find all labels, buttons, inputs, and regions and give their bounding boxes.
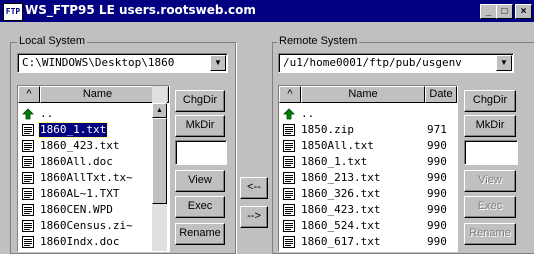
local-exec-button[interactable]: Exec [175, 196, 225, 218]
file-icon [22, 188, 34, 200]
file-icon [22, 220, 34, 232]
file-name: 1860_213.txt [301, 171, 381, 184]
title-bar[interactable]: FTP WS_FTP95 LE users.rootsweb.com _ □ × [0, 0, 534, 22]
file-name: 1850All.txt [301, 139, 374, 152]
remote-exec-button[interactable]: Exec [464, 196, 516, 218]
file-icon [283, 124, 295, 136]
window-title: WS_FTP95 LE users.rootsweb.com [25, 3, 256, 17]
local-name-header[interactable]: Name [40, 86, 155, 103]
file-icon [283, 188, 295, 200]
file-date: 990 [427, 139, 447, 152]
file-icon [22, 204, 34, 216]
file-date: 990 [427, 203, 447, 216]
file-icon [22, 236, 34, 248]
remote-view-button[interactable]: View [464, 170, 516, 192]
local-scrollbar[interactable]: ▲ [152, 86, 167, 251]
list-item[interactable]: 1860Indx.doc [18, 234, 169, 250]
file-icon [283, 172, 295, 184]
list-item[interactable]: 1850.zip 971 [279, 122, 457, 138]
file-icon [22, 156, 34, 168]
list-item[interactable]: .. [18, 106, 169, 122]
file-icon [22, 140, 34, 152]
local-filter-input[interactable] [175, 140, 227, 165]
local-system-label: Local System [17, 35, 88, 47]
remote-file-list[interactable]: ^ Name Date .. 1850.zip 971 1850All.txt 990 1… [278, 85, 458, 252]
list-item[interactable]: 1850All.txt 990 [279, 138, 457, 154]
file-name: 1850.zip [301, 123, 354, 136]
list-item[interactable]: 1860_423.txt 990 [279, 202, 457, 218]
file-date: 990 [427, 187, 447, 200]
file-icon [283, 156, 295, 168]
remote-date-header[interactable]: Date [425, 86, 457, 103]
remote-filter-input[interactable] [464, 140, 518, 165]
file-date: 990 [427, 219, 447, 232]
file-name: 1860AL~1.TXT [40, 187, 120, 200]
close-button[interactable]: × [515, 4, 532, 19]
remote-name-header[interactable]: Name [301, 86, 425, 103]
file-name: 1860AllTxt.tx~ [40, 171, 133, 184]
list-item[interactable]: 1860AllTxt.tx~ [18, 170, 169, 186]
local-path-value: C:\WINDOWS\Desktop\1860 [22, 56, 175, 69]
file-icon [283, 236, 295, 248]
local-file-list[interactable]: ^ Name e ..1860_1.txt1860_423.txt1860All… [17, 85, 170, 252]
remote-system-label: Remote System [277, 35, 360, 47]
ftp-window: FTP WS_FTP95 LE users.rootsweb.com _ □ ×… [0, 0, 534, 254]
minimize-button[interactable]: _ [480, 4, 497, 19]
chevron-down-icon[interactable]: ▼ [496, 55, 512, 71]
list-item[interactable]: 1860_617.txt 990 [279, 234, 457, 250]
list-item[interactable]: .. [279, 106, 457, 122]
local-path-combo[interactable]: C:\WINDOWS\Desktop\1860 ▼ [17, 53, 228, 73]
scroll-up-icon[interactable]: ▲ [152, 103, 167, 118]
list-item[interactable]: 1860_213.txt 990 [279, 170, 457, 186]
file-icon [283, 204, 295, 216]
download-button[interactable]: <-- [240, 177, 268, 199]
file-name: 1860CEN.WPD [40, 203, 113, 216]
remote-sort-header[interactable]: ^ [279, 86, 301, 103]
file-name: 1860_423.txt [301, 203, 381, 216]
local-mkdir-button[interactable]: MkDir [175, 115, 225, 137]
maximize-button[interactable]: □ [496, 4, 513, 19]
file-date: 971 [427, 123, 447, 136]
list-item[interactable]: 1860_326.txt 990 [279, 186, 457, 202]
file-name: .. [301, 107, 315, 120]
file-name: 1860_326.txt [301, 187, 381, 200]
list-item[interactable]: 1860_524.txt 990 [279, 218, 457, 234]
local-sort-header[interactable]: ^ [18, 86, 40, 103]
file-date: 990 [427, 155, 447, 168]
list-item[interactable]: 1860_1.txt [18, 122, 169, 138]
scroll-thumb[interactable] [152, 118, 167, 204]
local-chgdir-button[interactable]: ChgDir [175, 90, 225, 112]
list-item[interactable]: 1860Census.zi~ [18, 218, 169, 234]
list-item[interactable]: 1860All.doc [18, 154, 169, 170]
remote-path-combo[interactable]: /u1/home0001/ftp/pub/usgenv ▼ [278, 53, 514, 73]
file-name: 1860All.doc [40, 155, 113, 168]
file-name: .. [40, 107, 54, 120]
remote-path-value: /u1/home0001/ftp/pub/usgenv [283, 56, 462, 69]
remote-chgdir-button[interactable]: ChgDir [464, 90, 516, 112]
list-item[interactable]: 1860CEN.WPD [18, 202, 169, 218]
file-name: 1860_1.txt [37, 122, 109, 138]
list-item[interactable]: 1860_1.txt 990 [279, 154, 457, 170]
file-date: 990 [427, 171, 447, 184]
chevron-down-icon[interactable]: ▼ [210, 55, 226, 71]
file-name: 1860Census.zi~ [40, 219, 133, 232]
file-icon [283, 220, 295, 232]
file-icon [22, 124, 34, 136]
up-folder-icon [283, 108, 295, 120]
file-icon [22, 172, 34, 184]
local-view-button[interactable]: View [175, 170, 225, 192]
list-item[interactable]: 1860AL~1.TXT [18, 186, 169, 202]
file-icon [283, 140, 295, 152]
file-name: 1860_524.txt [301, 219, 381, 232]
app-icon[interactable]: FTP [3, 3, 23, 21]
file-name: 1860_423.txt [40, 139, 120, 152]
remote-mkdir-button[interactable]: MkDir [464, 115, 516, 137]
remote-rename-button[interactable]: Rename [464, 223, 516, 245]
file-name: 1860_1.txt [301, 155, 368, 168]
local-rename-button[interactable]: Rename [175, 223, 225, 245]
upload-button[interactable]: --> [240, 206, 268, 228]
up-folder-icon [22, 108, 34, 120]
list-item[interactable]: 1860_423.txt [18, 138, 169, 154]
